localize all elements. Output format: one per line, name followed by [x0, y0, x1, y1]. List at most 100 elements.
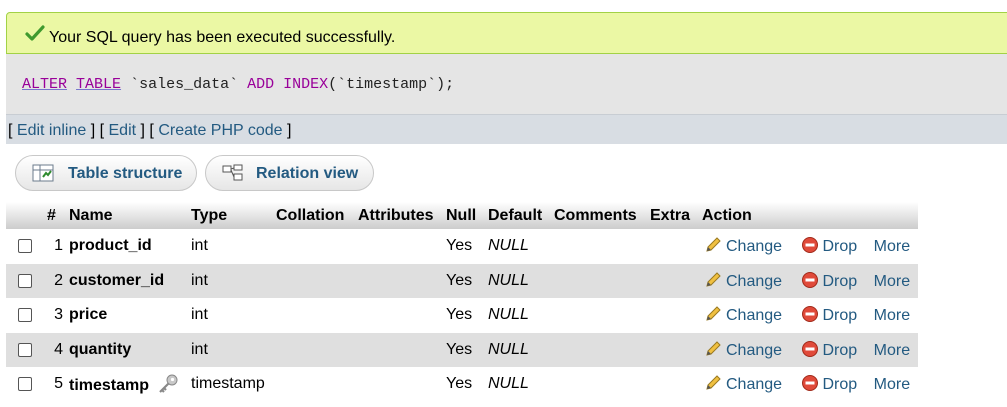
- sql-keyword-add: ADD: [247, 76, 275, 93]
- more-action[interactable]: More: [874, 376, 910, 393]
- pencil-icon: [706, 272, 721, 287]
- more-action[interactable]: More: [874, 238, 910, 255]
- column-name: quantity: [66, 332, 188, 367]
- column-comments: [551, 298, 647, 333]
- header-action: Action: [699, 202, 918, 229]
- drop-action[interactable]: Drop: [801, 306, 858, 325]
- drop-action[interactable]: Drop: [801, 271, 858, 290]
- column-default: NULL: [485, 298, 551, 333]
- header-num: #: [44, 202, 66, 229]
- change-action[interactable]: Change: [704, 306, 782, 324]
- table-row: 5 timestamp timestamp Yes NULL Change Dr…: [6, 367, 918, 402]
- sql-query: ALTER TABLE `sales_data` ADD INDEX(`time…: [22, 76, 454, 93]
- sql-query-box: ALTER TABLE `sales_data` ADD INDEX(`time…: [6, 54, 1007, 114]
- row-checkbox[interactable]: [18, 342, 32, 357]
- drop-action[interactable]: Drop: [801, 340, 857, 359]
- sql-keyword-alter[interactable]: ALTER: [22, 76, 67, 93]
- column-collation: [273, 332, 355, 367]
- column-name: customer_id: [66, 263, 188, 298]
- row-number: 4: [44, 332, 66, 367]
- pencil-icon: [706, 375, 721, 390]
- create-php-code-link[interactable]: Create PHP code: [158, 122, 282, 139]
- column-name: timestamp: [69, 376, 150, 394]
- header-checkbox: [6, 202, 44, 229]
- column-null: Yes: [443, 263, 485, 298]
- query-links: [ Edit inline ] [ Edit ] [ Create PHP co…: [8, 122, 292, 139]
- table-row: 4 quantity int Yes NULL Change Drop More: [6, 332, 918, 367]
- change-label: Change: [726, 272, 783, 290]
- drop-icon: [801, 271, 818, 288]
- more-action[interactable]: More: [874, 342, 910, 359]
- row-number: 3: [44, 298, 66, 333]
- column-collation: [273, 263, 355, 298]
- column-type: int: [188, 298, 273, 333]
- pencil-icon: [706, 306, 721, 321]
- column-name-cell: timestamp: [66, 367, 188, 402]
- row-checkbox[interactable]: [18, 239, 32, 254]
- row-actions: Change Drop More: [699, 367, 918, 402]
- tab-relation-view[interactable]: Relation view: [205, 155, 374, 191]
- drop-label: Drop: [822, 272, 858, 290]
- drop-action[interactable]: Drop: [801, 375, 858, 394]
- row-actions: Change Drop More: [699, 332, 918, 367]
- row-number: 5: [44, 367, 66, 402]
- tab-table-structure[interactable]: Table structure: [15, 155, 197, 191]
- column-attributes: [355, 332, 443, 367]
- column-comments: [551, 332, 647, 367]
- header-default: Default: [485, 202, 551, 229]
- row-number: 1: [44, 229, 66, 264]
- row-actions: Change Drop More: [699, 263, 918, 298]
- change-action[interactable]: Change: [704, 341, 783, 359]
- column-name: product_id: [66, 229, 188, 264]
- change-label: Change: [726, 376, 783, 394]
- header-type: Type: [188, 202, 273, 229]
- column-default: NULL: [485, 263, 551, 298]
- drop-label: Drop: [822, 238, 858, 256]
- drop-action[interactable]: Drop: [801, 237, 858, 256]
- change-action[interactable]: Change: [704, 272, 783, 290]
- row-checkbox[interactable]: [18, 273, 32, 288]
- table-row: 1 product_id int Yes NULL Change Drop Mo…: [6, 229, 918, 264]
- sql-keyword-table[interactable]: TABLE: [76, 76, 121, 93]
- drop-label: Drop: [822, 307, 858, 325]
- success-text: Your SQL query has been executed success…: [49, 29, 396, 46]
- table-row: 2 customer_id int Yes NULL Change Drop M…: [6, 263, 918, 298]
- drop-icon: [801, 306, 818, 323]
- column-null: Yes: [443, 367, 485, 402]
- drop-icon: [801, 375, 818, 392]
- edit-inline-link[interactable]: Edit inline: [17, 122, 86, 139]
- column-null: Yes: [443, 332, 485, 367]
- column-null: Yes: [443, 298, 485, 333]
- row-checkbox[interactable]: [18, 377, 32, 392]
- relation-view-icon: [222, 164, 243, 181]
- drop-label: Drop: [822, 376, 858, 394]
- table-structure-icon: [32, 164, 54, 182]
- change-action[interactable]: Change: [704, 375, 783, 394]
- column-null: Yes: [443, 229, 485, 264]
- checkmark-icon: [25, 25, 45, 41]
- more-action[interactable]: More: [874, 273, 910, 290]
- more-action[interactable]: More: [874, 307, 910, 324]
- change-action[interactable]: Change: [704, 237, 783, 256]
- column-collation: [273, 229, 355, 264]
- column-name: price: [66, 298, 188, 333]
- column-type: timestamp: [188, 367, 273, 402]
- drop-icon: [801, 340, 818, 357]
- header-attributes: Attributes: [355, 202, 443, 229]
- row-checkbox[interactable]: [18, 308, 32, 323]
- change-label: Change: [726, 341, 783, 359]
- column-extra: [647, 367, 699, 402]
- column-extra: [647, 332, 699, 367]
- column-extra: [647, 298, 699, 333]
- column-default: NULL: [485, 229, 551, 264]
- success-message: Your SQL query has been executed success…: [6, 12, 1007, 54]
- column-comments: [551, 367, 647, 402]
- change-label: Change: [726, 238, 783, 256]
- column-default: NULL: [485, 332, 551, 367]
- row-actions: Change Drop More: [699, 298, 918, 333]
- edit-link[interactable]: Edit: [109, 122, 137, 139]
- row-number: 2: [44, 263, 66, 298]
- sql-index-args: (`timestamp`);: [328, 76, 455, 93]
- table-structure-grid: # Name Type Collation Attributes Null De…: [6, 202, 918, 402]
- tab-relation-view-label: Relation view: [256, 165, 359, 182]
